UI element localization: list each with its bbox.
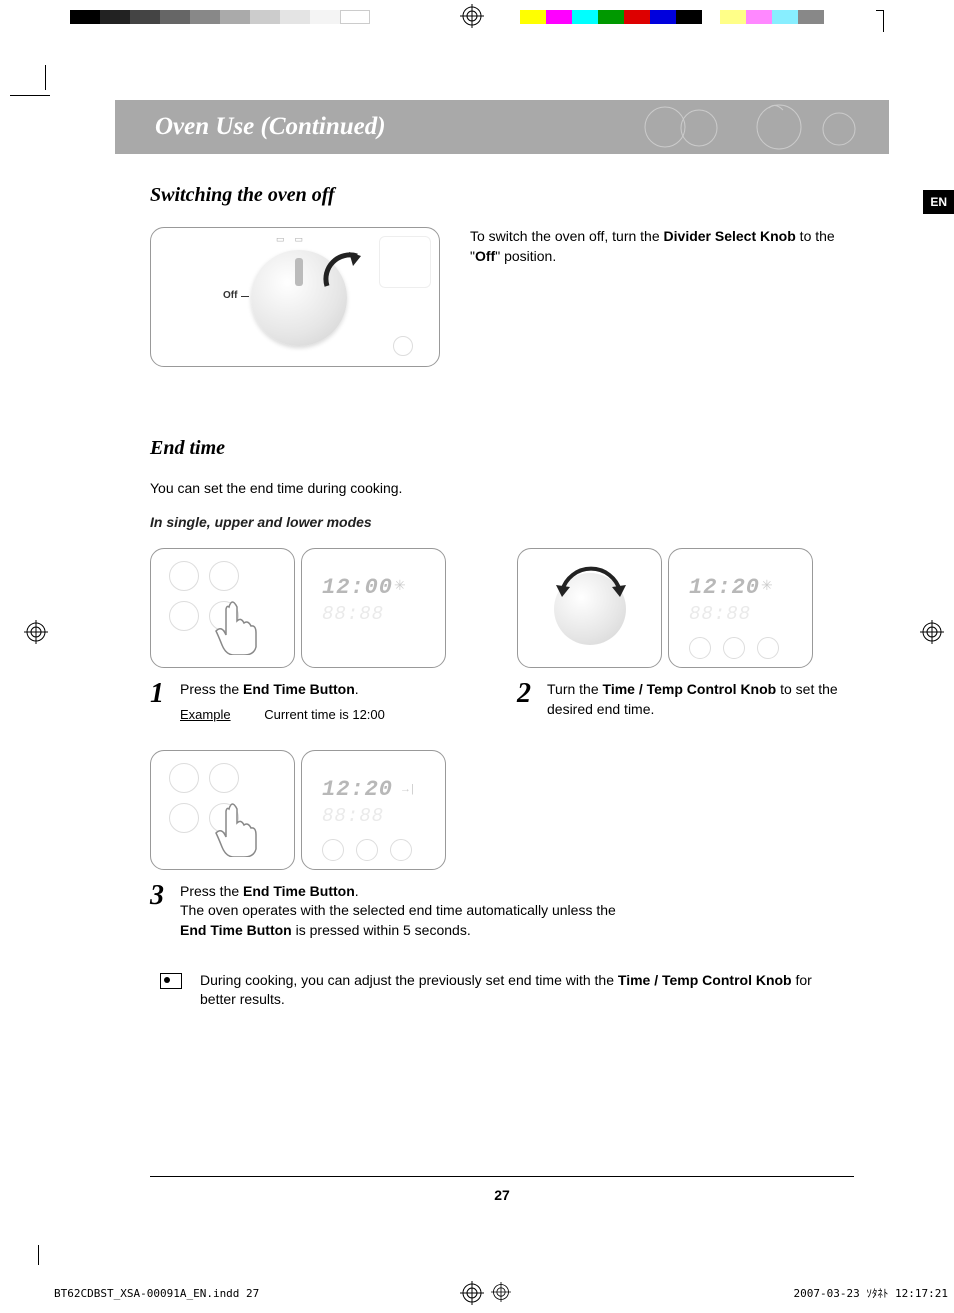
off-tick-mark [241, 296, 249, 297]
panel-button-icon [689, 637, 711, 659]
step-number: 3 [150, 882, 170, 941]
text-span: To switch the oven off, turn the [470, 228, 664, 244]
text-span: " position. [495, 248, 556, 264]
text-bold: Time / Temp Control Knob [603, 681, 777, 697]
panel-button-icon [209, 561, 239, 591]
step-2: 12:20 ✳ 88:88 2 Turn the Time / Temp Con… [517, 548, 854, 724]
page-number: 27 [494, 1187, 510, 1203]
registration-mark-icon [920, 620, 944, 644]
display-secondary: 88:88 [322, 805, 384, 827]
header-decoration-icon [639, 104, 859, 150]
figure-turn-knob [517, 548, 662, 668]
panel-button-icon [169, 561, 199, 591]
language-badge: EN [923, 190, 954, 214]
cmyk-strip [520, 10, 702, 24]
figure-press-button [150, 750, 295, 870]
corner-mark [876, 10, 884, 32]
note-text: During cooking, you can adjust the previ… [200, 971, 844, 1010]
page-footer: 27 [150, 1176, 854, 1205]
text-bold: End Time Button [180, 922, 292, 938]
display-time: 12:20 [322, 777, 393, 802]
cmyk-tint-strip [720, 10, 824, 24]
page-content: Oven Use (Continued) EN Switching the ov… [115, 100, 889, 1223]
hand-press-icon [211, 595, 259, 655]
text-bold: End Time Button [243, 883, 355, 899]
note-block: During cooking, you can adjust the previ… [150, 971, 854, 1010]
step-body: Turn the Time / Temp Control Knob to set… [547, 680, 854, 719]
figure-display-1220: 12:20 ✳ 88:88 [668, 548, 813, 668]
text-bold: Off [475, 248, 495, 264]
panel-button-icon [390, 839, 412, 861]
imprint-left: BT62CDBST_XSA-00091A_EN.indd 27 [54, 1287, 259, 1300]
mode-icons: ▭▭ [276, 234, 303, 245]
registration-mark-icon [460, 4, 484, 28]
crop-mark [10, 75, 50, 115]
text-bold: Time / Temp Control Knob [618, 972, 792, 988]
figure-divider-knob: ▭▭ Off [150, 227, 440, 367]
example-text: Current time is 12:00 [264, 707, 385, 722]
page-title: Oven Use (Continued) [115, 113, 386, 141]
panel-button-icon [322, 839, 344, 861]
text-span: . [355, 681, 359, 697]
text-span: Press the [180, 883, 243, 899]
section-title-end-time: End time [150, 437, 854, 460]
figure-display-1200: 12:00 ✳ 88:88 [301, 548, 446, 668]
display-time: 12:20 [689, 575, 760, 600]
example-label: Example [180, 706, 231, 724]
steps-grid: 12:00 ✳ 88:88 1 Press the End Time Butto… [150, 548, 854, 941]
text-span: Turn the [547, 681, 603, 697]
example-row: Example Current time is 12:00 [180, 706, 487, 724]
step-body: Press the End Time Button. The oven oper… [180, 882, 630, 941]
panel-button-icon [169, 601, 199, 631]
display-secondary: 88:88 [689, 603, 751, 625]
step-body: Press the End Time Button. Example Curre… [180, 680, 487, 724]
imprint-right: 2007-03-23 ｿﾀﾈﾄ 12:17:21 [794, 1285, 948, 1301]
figure-display-1220-confirm: 12:20 →| 88:88 [301, 750, 446, 870]
text-bold: End Time Button [243, 681, 355, 697]
step-number: 2 [517, 680, 537, 719]
panel-button-icon [723, 637, 745, 659]
switch-off-text: To switch the oven off, turn the Divider… [470, 227, 854, 367]
crop-mark [38, 1245, 48, 1255]
header-band: Oven Use (Continued) [115, 100, 889, 154]
step-number: 1 [150, 680, 170, 724]
step-1: 12:00 ✳ 88:88 1 Press the End Time Butto… [150, 548, 487, 724]
note-envelope-icon [160, 973, 182, 989]
content-area: Switching the oven off ▭▭ Off To switch … [115, 154, 889, 1010]
light-indicator-icon: ✳ [761, 577, 773, 594]
imprint-bar: BT62CDBST_XSA-00091A_EN.indd 27 2007-03-… [54, 1285, 948, 1301]
display-secondary: 88:88 [322, 603, 384, 625]
display-time: 12:00 [322, 575, 393, 600]
text-span: Press the [180, 681, 243, 697]
hand-press-icon [211, 797, 259, 857]
end-time-desc: You can set the end time during cooking. [150, 480, 854, 496]
switch-off-row: ▭▭ Off To switch the oven off, turn the … [150, 227, 854, 367]
registration-mark-icon [24, 620, 48, 644]
end-indicator-icon: →| [400, 783, 414, 795]
panel-button-icon [169, 763, 199, 793]
text-span: During cooking, you can adjust the previ… [200, 972, 618, 988]
panel-button-icon [169, 803, 199, 833]
step-3: 12:20 →| 88:88 3 Press the End Time Butt… [150, 750, 630, 941]
grayscale-strip [70, 10, 370, 24]
clock-button-icon [393, 336, 413, 356]
panel-button-icon [356, 839, 378, 861]
figure-press-button [150, 548, 295, 668]
text-span: is pressed within 5 seconds. [292, 922, 471, 938]
section-title-switch-off: Switching the oven off [150, 184, 854, 207]
panel-button-icon [209, 763, 239, 793]
light-indicator-icon: ✳ [394, 577, 406, 594]
end-time-sub: In single, upper and lower modes [150, 514, 854, 530]
text-bold: Divider Select Knob [664, 228, 796, 244]
rotate-arrow-icon [319, 246, 369, 296]
rotate-both-arrow-icon [548, 555, 634, 605]
registration-mark-icon [491, 1282, 511, 1305]
panel-button-icon [757, 637, 779, 659]
off-label: Off [223, 290, 237, 301]
